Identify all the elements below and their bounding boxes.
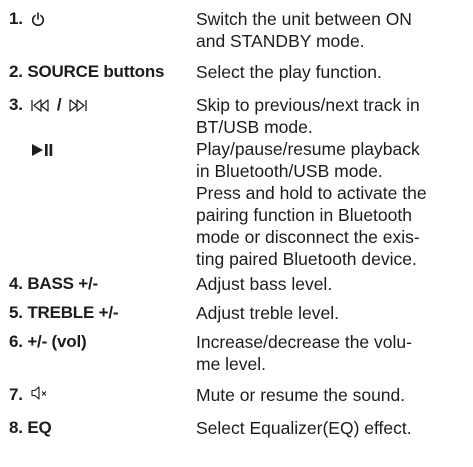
item-label: EQ: [27, 418, 52, 437]
item-description: Select Equalizer(EQ) effect.: [196, 417, 468, 439]
description-line: Adjust bass level.: [196, 274, 333, 294]
button-function-list: 1. Switch the unit between ON and STANDB…: [0, 0, 473, 467]
item-description: Adjust treble level.: [196, 302, 468, 324]
item-key: 8. EQ: [9, 417, 52, 439]
description-line: and STANDBY mode.: [196, 31, 365, 51]
item-key: 4. BASS +/-: [9, 273, 98, 295]
description-line: Select Equalizer(EQ) effect.: [196, 418, 412, 438]
description-line: Press and hold to activate the: [196, 183, 427, 203]
item-number: 3.: [9, 95, 23, 114]
item-description: Mute or resume the sound.: [196, 384, 468, 406]
skip-next-icon: [66, 98, 88, 113]
item-description: Select the play function.: [196, 61, 468, 83]
item-key: 2. SOURCE buttons: [9, 61, 164, 83]
item-label: BASS +/-: [27, 274, 98, 293]
item-number: 1.: [9, 9, 23, 28]
item-description: Adjust bass level.: [196, 273, 468, 295]
item-description: Play/pause/resume playback in Bluetooth/…: [196, 138, 468, 270]
item-separator: /: [56, 95, 62, 114]
item-key: 1.: [9, 8, 45, 30]
item-key: 6. +/- (vol): [9, 331, 87, 353]
item-number: 7.: [9, 385, 23, 404]
item-key: 3. /: [9, 94, 88, 116]
item-label: TREBLE +/-: [27, 303, 119, 322]
item-description: Skip to previous/next track in BT/USB mo…: [196, 94, 468, 138]
description-line: me level.: [196, 354, 267, 374]
description-line: pairing function in Bluetooth: [196, 205, 412, 225]
skip-previous-icon: [30, 98, 52, 113]
description-line: Select the play function.: [196, 62, 382, 82]
play-pause-icon: [30, 142, 54, 158]
item-number: 6.: [9, 332, 23, 351]
item-key: 5. TREBLE +/-: [9, 302, 119, 324]
description-line: mode or disconnect the exis-: [196, 227, 420, 247]
item-description: Switch the unit between ON and STANDBY m…: [196, 8, 468, 52]
item-label: +/- (vol): [27, 332, 87, 351]
item-number: 5.: [9, 303, 23, 322]
item-key: [30, 138, 54, 160]
description-line: BT/USB mode.: [196, 117, 313, 137]
item-key: 7.: [9, 384, 50, 406]
description-line: ting paired Bluetooth device.: [196, 249, 417, 269]
description-line: Switch the unit between ON: [196, 9, 412, 29]
item-label: SOURCE buttons: [27, 62, 165, 81]
description-line: Adjust treble level.: [196, 303, 339, 323]
description-line: in Bluetooth/USB mode.: [196, 161, 383, 181]
item-number: 8.: [9, 418, 23, 437]
item-number: 2.: [9, 62, 23, 81]
mute-icon: [30, 385, 50, 401]
description-line: Play/pause/resume playback: [196, 139, 420, 159]
power-icon: [31, 12, 45, 27]
description-line: Increase/decrease the volu-: [196, 332, 412, 352]
description-line: Mute or resume the sound.: [196, 385, 406, 405]
description-line: Skip to previous/next track in: [196, 95, 420, 115]
item-number: 4.: [9, 274, 23, 293]
item-description: Increase/decrease the volu- me level.: [196, 331, 468, 375]
